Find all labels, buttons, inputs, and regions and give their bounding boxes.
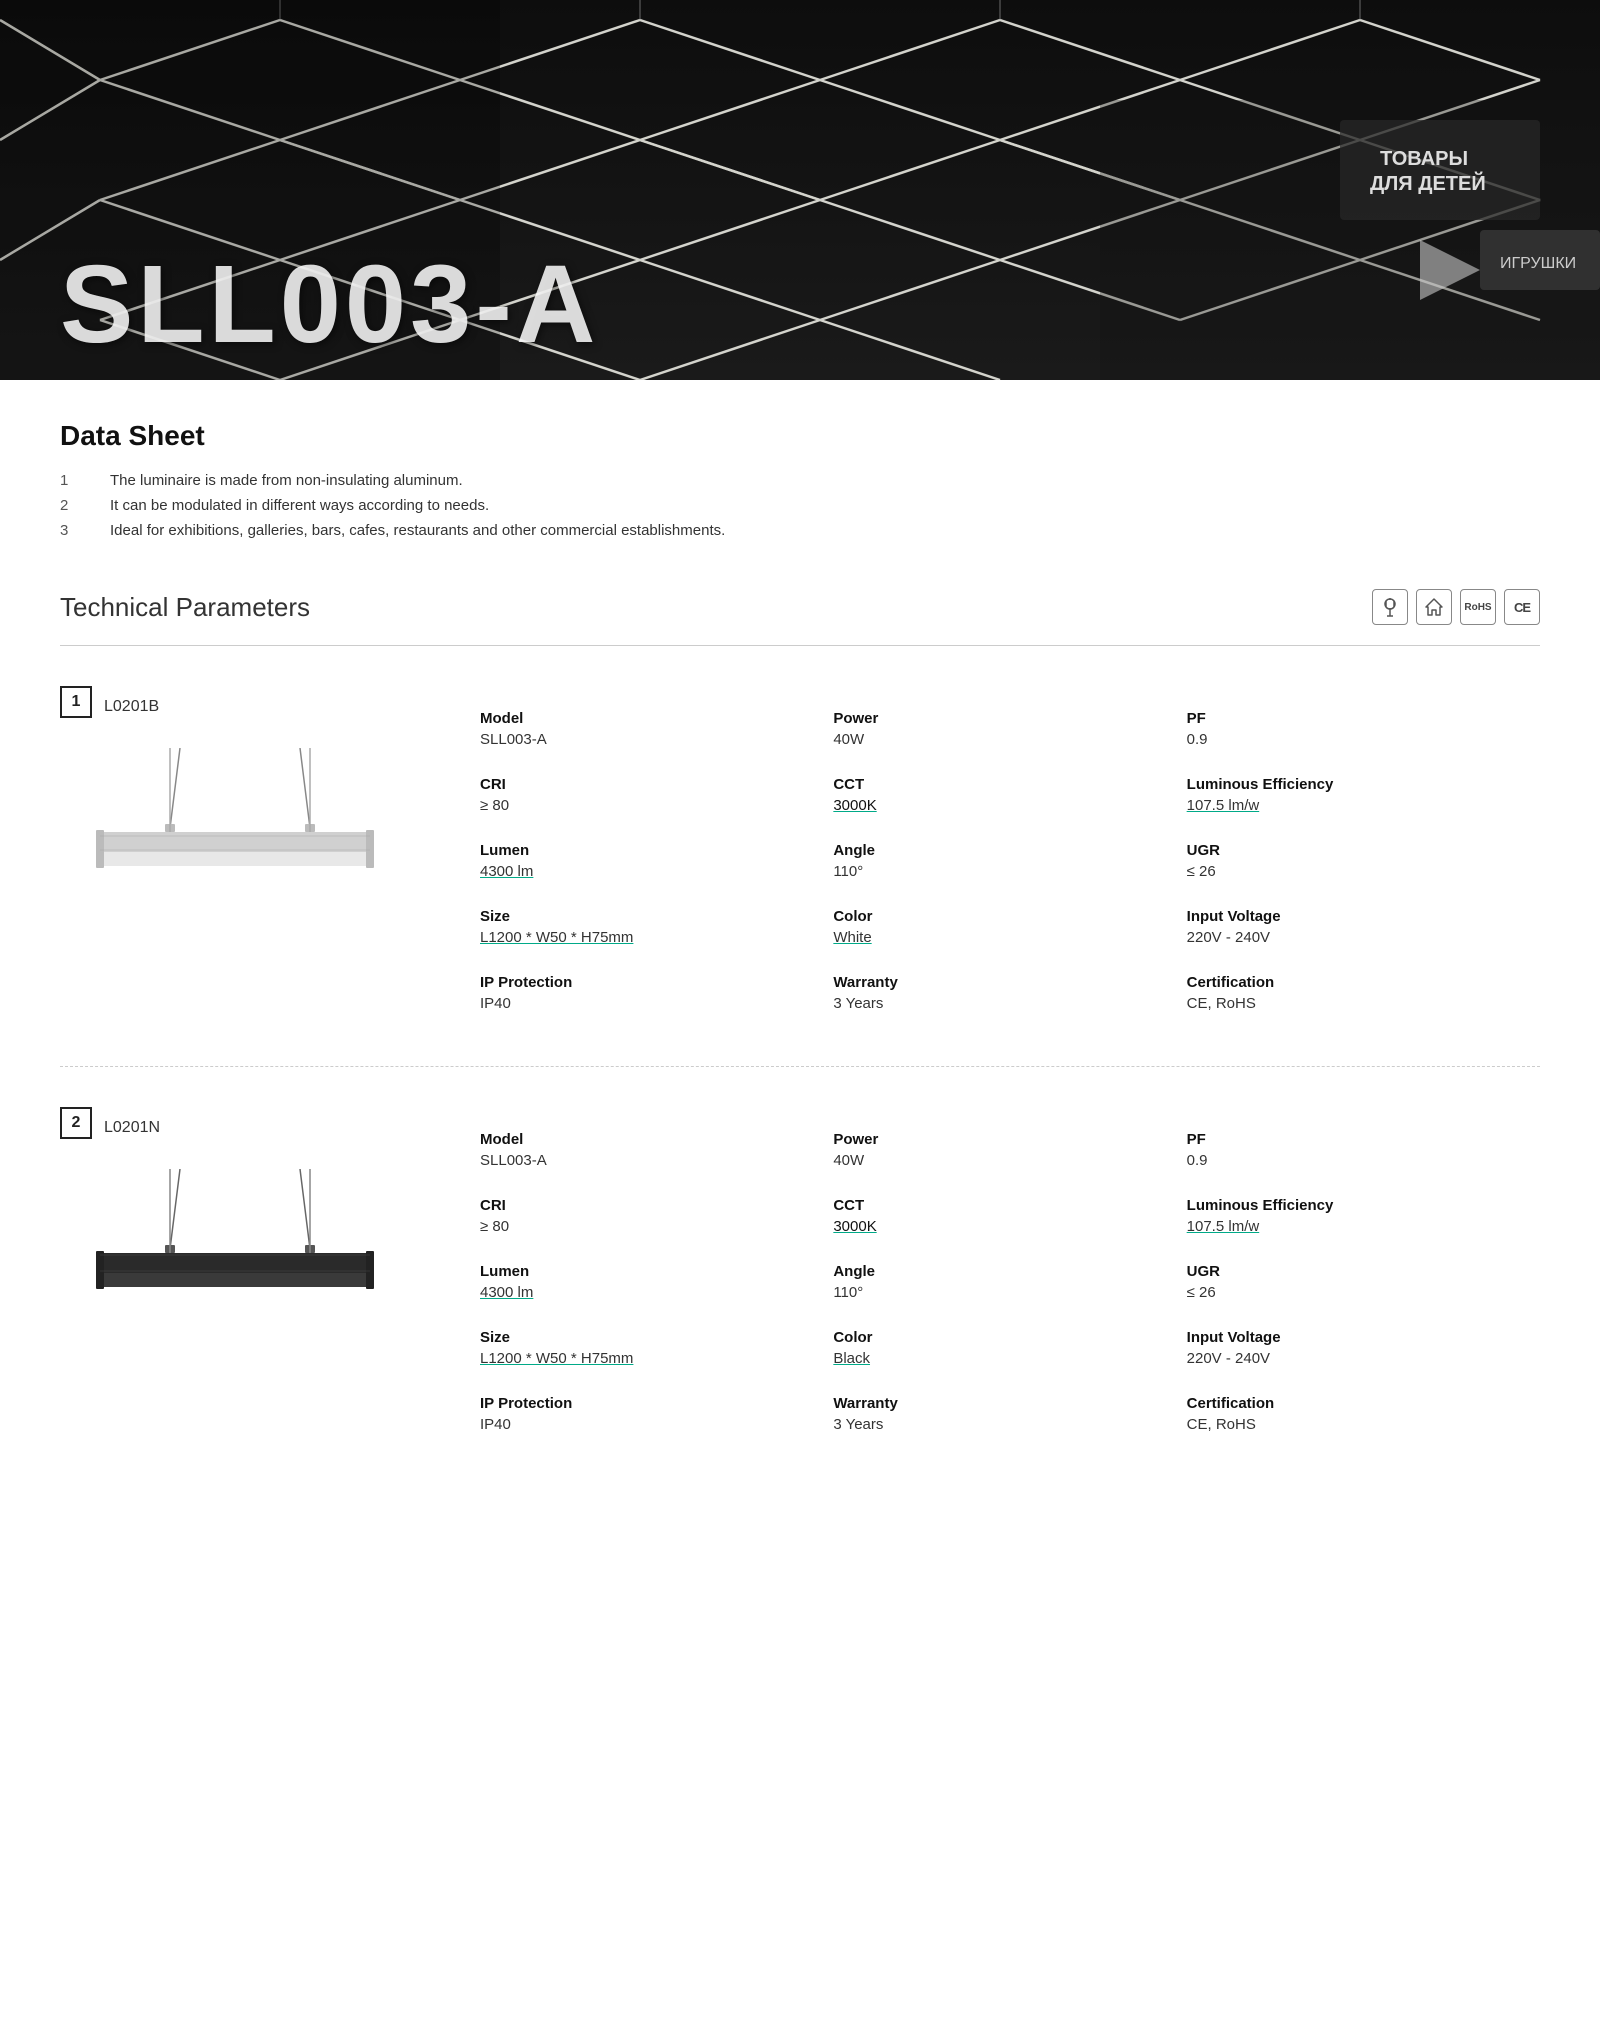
specs-grid-1: Model SLL003-A Power 40W PF 0.9 CRI ≥ 80 — [480, 696, 1540, 1026]
cert-icon-home — [1416, 589, 1452, 625]
spec-luminous-label-1: Luminous Efficiency 107.5 lm/w — [1187, 762, 1540, 828]
luminaire-diagram-1 — [60, 748, 400, 938]
feature-num-3: 3 — [60, 522, 110, 539]
spec-lumen-label-1: Lumen 4300 lm — [480, 828, 833, 894]
divider-solid — [60, 645, 1540, 646]
feature-num-1: 1 — [60, 472, 110, 489]
cert-icon-electric — [1372, 589, 1408, 625]
product-code-2: L0201N — [104, 1119, 160, 1137]
cert-icon-rohs: RoHS — [1460, 589, 1496, 625]
spec-cct-label-1: CCT 3000K — [833, 762, 1186, 828]
datasheet-title: Data Sheet — [60, 420, 1540, 452]
spec-warranty-label-2: Warranty 3 Years — [833, 1381, 1186, 1447]
svg-text:ИГРУШКИ: ИГРУШКИ — [1500, 255, 1576, 272]
spec-ip-label-1: IP Protection IP40 — [480, 960, 833, 1026]
spec-ugr-label-1: UGR ≤ 26 — [1187, 828, 1540, 894]
datasheet-section: Data Sheet 1 The luminaire is made from … — [60, 420, 1540, 539]
hero-section: ТОВАРЫ ДЛЯ ДЕТЕЙ ИГРУШКИ SLL003-A — [0, 0, 1600, 380]
spec-size-label-2: Size L1200 * W50 * H75mm — [480, 1315, 833, 1381]
feature-item-2: 2 It can be modulated in different ways … — [60, 497, 1540, 514]
spec-ip-label-2: IP Protection IP40 — [480, 1381, 833, 1447]
features-list: 1 The luminaire is made from non-insulat… — [60, 472, 1540, 539]
spec-color-label-1: Color White — [833, 894, 1186, 960]
feature-text-1: The luminaire is made from non-insulatin… — [110, 472, 463, 489]
product-num-1: 1 — [60, 686, 92, 718]
spec-cri-label-2: CRI ≥ 80 — [480, 1183, 833, 1249]
spec-lumen-label-2: Lumen 4300 lm — [480, 1249, 833, 1315]
product-left-2: 2 L0201N — [60, 1107, 440, 1447]
luminaire-diagram-2 — [60, 1169, 400, 1359]
spec-model-label-2: Model SLL003-A — [480, 1117, 833, 1183]
color-value-1: White — [833, 929, 1176, 946]
feature-text-3: Ideal for exhibitions, galleries, bars, … — [110, 522, 725, 539]
spec-pf-label-1: PF 0.9 — [1187, 696, 1540, 762]
spec-luminous-label-2: Luminous Efficiency 107.5 lm/w — [1187, 1183, 1540, 1249]
product-left-1: 1 L0201B — [60, 686, 440, 1026]
feature-text-2: It can be modulated in different ways ac… — [110, 497, 489, 514]
spec-cri-label-1: CRI ≥ 80 — [480, 762, 833, 828]
feature-num-2: 2 — [60, 497, 110, 514]
product-section-2: 2 L0201N — [60, 1107, 1540, 1447]
product-specs-2: Model SLL003-A Power 40W PF 0.9 CRI ≥ 80 — [440, 1107, 1540, 1447]
spec-voltage-label-1: Input Voltage 220V - 240V — [1187, 894, 1540, 960]
product-section-1: 1 L0201B — [60, 686, 1540, 1026]
product-specs-1: Model SLL003-A Power 40W PF 0.9 CRI ≥ 80 — [440, 686, 1540, 1026]
spec-pf-label-2: PF 0.9 — [1187, 1117, 1540, 1183]
spec-voltage-label-2: Input Voltage 220V - 240V — [1187, 1315, 1540, 1381]
svg-text:ТОВАРЫ: ТОВАРЫ — [1380, 148, 1468, 170]
product-label-row-1: 1 L0201B — [60, 686, 440, 728]
product-num-2: 2 — [60, 1107, 92, 1139]
product-code-1: L0201B — [104, 698, 159, 716]
svg-text:ДЛЯ ДЕТЕЙ: ДЛЯ ДЕТЕЙ — [1370, 171, 1486, 195]
hero-title: SLL003-A — [60, 250, 599, 360]
spec-power-label-2: Power 40W — [833, 1117, 1186, 1183]
spec-angle-label-2: Angle 110° — [833, 1249, 1186, 1315]
spec-ugr-label-2: UGR ≤ 26 — [1187, 1249, 1540, 1315]
product-label-row-2: 2 L0201N — [60, 1107, 440, 1149]
spec-cert-label-2: Certification CE, RoHS — [1187, 1381, 1540, 1447]
feature-item-3: 3 Ideal for exhibitions, galleries, bars… — [60, 522, 1540, 539]
spec-cert-label-1: Certification CE, RoHS — [1187, 960, 1540, 1026]
spec-angle-label-1: Angle 110° — [833, 828, 1186, 894]
tech-params-title: Technical Parameters — [60, 592, 310, 623]
spec-power-label-1: Power 40W — [833, 696, 1186, 762]
cert-icon-ce: CE — [1504, 589, 1540, 625]
divider-dashed — [60, 1066, 1540, 1067]
specs-grid-2: Model SLL003-A Power 40W PF 0.9 CRI ≥ 80 — [480, 1117, 1540, 1447]
spec-cct-label-2: CCT 3000K — [833, 1183, 1186, 1249]
spec-model-label-1: Model SLL003-A — [480, 696, 833, 762]
main-content: Data Sheet 1 The luminaire is made from … — [0, 380, 1600, 1507]
color-value-2: Black — [833, 1350, 1176, 1367]
spec-color-label-2: Color Black — [833, 1315, 1186, 1381]
cert-icons-group: RoHS CE — [1372, 589, 1540, 625]
feature-item-1: 1 The luminaire is made from non-insulat… — [60, 472, 1540, 489]
tech-header: Technical Parameters RoHS CE — [60, 589, 1540, 625]
spec-size-label-1: Size L1200 * W50 * H75mm — [480, 894, 833, 960]
spec-warranty-label-1: Warranty 3 Years — [833, 960, 1186, 1026]
